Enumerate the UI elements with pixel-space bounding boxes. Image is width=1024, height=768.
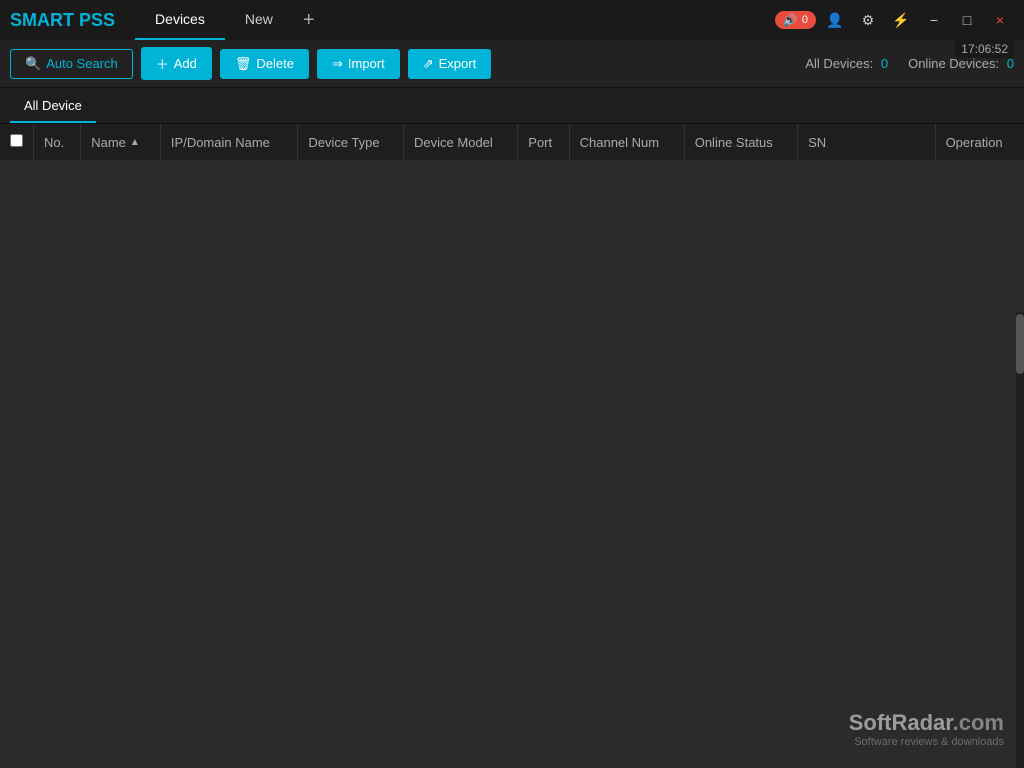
speaker-icon: 🔊 <box>783 13 798 27</box>
window-controls: 🔊 0 👤 ⚙ ⚡ − □ × <box>775 6 1014 34</box>
main-content: 🔍 Auto Search ＋ Add 🗑 Delete ⇒ Import ⇗ … <box>0 40 1024 768</box>
nav-tab-new[interactable]: New <box>225 0 293 40</box>
online-devices-count: 0 <box>1007 56 1014 71</box>
name-sort-arrow: ▲ <box>130 137 140 148</box>
col-operation: Operation <box>935 124 1024 160</box>
delete-button[interactable]: 🗑 Delete <box>220 49 309 79</box>
app-logo: SMART PSS <box>10 10 115 31</box>
all-devices-label: All Devices: 0 <box>805 56 888 71</box>
import-button[interactable]: ⇒ Import <box>317 49 400 79</box>
user-icon[interactable]: 👤 <box>821 6 849 34</box>
settings-icon[interactable]: ⚙ <box>854 6 882 34</box>
activity-icon[interactable]: ⚡ <box>887 6 915 34</box>
device-status: All Devices: 0 Online Devices: 0 <box>805 56 1014 71</box>
col-online-status: Online Status <box>684 124 797 160</box>
export-button[interactable]: ⇗ Export <box>408 49 491 79</box>
maximize-button[interactable]: □ <box>953 6 981 34</box>
watermark-title: SoftRadar.com <box>849 710 1004 736</box>
empty-area <box>0 160 1024 720</box>
scrollbar-thumb[interactable] <box>1016 314 1024 374</box>
search-icon: 🔍 <box>25 56 41 72</box>
add-icon: ＋ <box>156 54 169 73</box>
import-icon: ⇒ <box>332 56 343 72</box>
alert-count: 0 <box>802 14 808 26</box>
col-sn: SN <box>798 124 935 160</box>
nav-tabs: Devices New + <box>135 0 775 40</box>
add-button[interactable]: ＋ Add <box>141 47 212 80</box>
scrollbar-track[interactable] <box>1016 312 1024 768</box>
devices-table: No. Name ▲ IP/Domain Name Device Type <box>0 124 1024 160</box>
select-all-checkbox[interactable] <box>10 134 23 147</box>
title-bar: SMART PSS Devices New + 🔊 0 👤 ⚙ ⚡ − <box>0 0 1024 40</box>
close-button[interactable]: × <box>986 6 1014 34</box>
clock: 17:06:52 <box>955 40 1014 58</box>
device-tab-bar: All Device <box>0 88 1024 124</box>
table-header-row: No. Name ▲ IP/Domain Name Device Type <box>0 124 1024 160</box>
app-name-prefix: SMART <box>10 10 74 30</box>
col-port: Port <box>518 124 569 160</box>
watermark-subtitle: Software reviews & downloads <box>849 736 1004 748</box>
col-name[interactable]: Name ▲ <box>81 124 161 160</box>
watermark: SoftRadar.com Software reviews & downloa… <box>849 710 1004 748</box>
all-devices-count: 0 <box>881 56 888 71</box>
app-name-suffix: PSS <box>79 10 115 30</box>
col-device-model: Device Model <box>404 124 518 160</box>
col-device-type: Device Type <box>298 124 404 160</box>
select-all-checkbox-col[interactable] <box>0 124 34 160</box>
alert-badge[interactable]: 🔊 0 <box>775 11 816 29</box>
delete-icon: 🗑 <box>235 56 252 72</box>
online-devices-label: Online Devices: 0 <box>908 56 1014 71</box>
col-channel-num: Channel Num <box>569 124 684 160</box>
auto-search-button[interactable]: 🔍 Auto Search <box>10 49 133 79</box>
col-no: No. <box>34 124 81 160</box>
add-tab-button[interactable]: + <box>293 0 325 40</box>
nav-tab-devices[interactable]: Devices <box>135 0 225 40</box>
toolbar: 🔍 Auto Search ＋ Add 🗑 Delete ⇒ Import ⇗ … <box>0 40 1024 88</box>
tab-all-device[interactable]: All Device <box>10 90 96 123</box>
minimize-button[interactable]: − <box>920 6 948 34</box>
export-icon: ⇗ <box>423 56 434 72</box>
col-ip-domain: IP/Domain Name <box>160 124 297 160</box>
table-container[interactable]: No. Name ▲ IP/Domain Name Device Type <box>0 124 1024 768</box>
